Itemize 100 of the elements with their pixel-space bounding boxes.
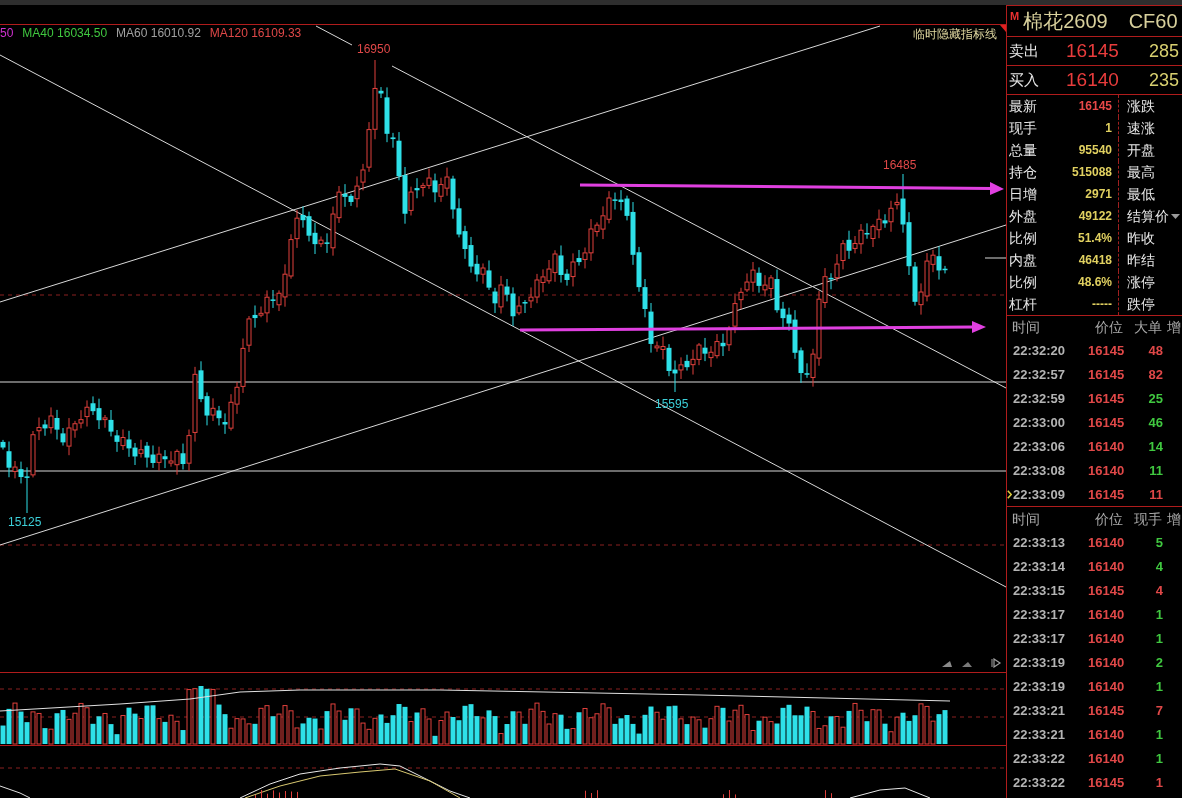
trade-time: 22:33:08	[1013, 462, 1066, 478]
trade-time: 22:33:17	[1013, 606, 1066, 622]
trade-price: 16140	[1088, 726, 1125, 742]
trade-volume: 1	[1155, 726, 1163, 742]
ask-label: 卖出	[1009, 41, 1039, 59]
trade-price: 16140	[1088, 558, 1125, 574]
quote-field-value: 46418	[1078, 253, 1112, 267]
trade-time: 22:32:57	[1013, 366, 1066, 382]
trade-volume: 1	[1155, 678, 1163, 694]
trade-volume: 1	[1155, 774, 1163, 790]
quote-field-label: 持仓	[1009, 164, 1037, 180]
trade-time: 22:33:00	[1013, 414, 1066, 430]
trade-volume: 4	[1155, 558, 1163, 574]
column-header: 时间	[1012, 319, 1040, 335]
quote-field-label: 最高	[1127, 164, 1155, 180]
quote-field-value: 51.4%	[1077, 231, 1112, 245]
quote-field-value: -----	[1092, 297, 1112, 311]
trade-volume: 25	[1148, 390, 1163, 406]
trade-price: 16145	[1088, 486, 1125, 502]
trade-volume: 2	[1155, 654, 1163, 670]
trade-price: 16140	[1088, 654, 1125, 670]
quote-field-label: 涨停	[1127, 274, 1155, 290]
trade-time: 22:33:19	[1013, 678, 1066, 694]
trade-time: 22:33:14	[1013, 558, 1066, 574]
trade-time: 22:33:21	[1013, 702, 1066, 718]
quote-field-label: 比例	[1009, 230, 1037, 246]
trade-volume: 1	[1155, 750, 1163, 766]
ask-volume: 285	[1149, 40, 1180, 62]
quote-field-value: 2971	[1085, 187, 1112, 201]
quote-field-value: 515088	[1071, 165, 1112, 179]
trade-price: 16145	[1088, 342, 1125, 358]
trade-price: 16145	[1088, 702, 1125, 718]
bid-volume: 235	[1149, 69, 1180, 91]
column-header: 增	[1167, 319, 1181, 335]
trade-price: 16145	[1088, 774, 1125, 790]
trade-price: 16145	[1088, 414, 1125, 430]
trade-volume: 7	[1155, 702, 1163, 718]
trade-time: 22:32:59	[1013, 390, 1066, 406]
quote-field-label: 现手	[1009, 120, 1037, 136]
trade-time: 22:33:09	[1013, 486, 1066, 502]
trade-volume: 5	[1155, 534, 1163, 550]
trade-time: 22:33:22	[1013, 750, 1066, 766]
contract-name: 棉花2609	[1023, 9, 1108, 33]
trade-price: 16140	[1088, 462, 1125, 478]
trade-time: 22:33:06	[1013, 438, 1066, 454]
trade-time: 22:33:21	[1013, 726, 1066, 742]
trade-volume: 82	[1148, 366, 1163, 382]
trade-volume: 11	[1149, 462, 1163, 478]
column-header: 时间	[1012, 510, 1040, 527]
quote-field-label: 跌停	[1127, 296, 1155, 312]
trade-price: 16145	[1088, 582, 1125, 598]
market-code-letter: M	[1010, 10, 1020, 22]
quote-field-label: 总量	[1009, 142, 1037, 158]
quote-field-value: 49122	[1078, 209, 1112, 223]
quote-field-label: 比例	[1009, 274, 1037, 290]
trade-price: 16140	[1088, 678, 1125, 694]
trade-volume: 11	[1149, 486, 1163, 502]
trade-volume: 4	[1155, 582, 1163, 598]
trade-time: 22:33:15	[1013, 582, 1066, 598]
contract-code: CF60	[1128, 9, 1178, 33]
quote-field-label: 结算价	[1127, 208, 1169, 224]
quote-field-label: 日增	[1009, 186, 1037, 202]
trade-price: 16140	[1088, 438, 1125, 454]
bid-price: 16140	[1066, 69, 1119, 90]
quote-field-value: 16145	[1078, 99, 1112, 113]
dropdown-caret-icon[interactable]	[1171, 213, 1180, 219]
bid-label: 买入	[1009, 70, 1039, 88]
trade-price: 16140	[1088, 750, 1125, 766]
column-header: 增	[1167, 510, 1181, 527]
quote-field-label: 昨结	[1127, 252, 1155, 268]
ask-price: 16145	[1066, 40, 1119, 61]
column-header: 价位	[1095, 510, 1123, 527]
quote-field-label: 杠杆	[1009, 296, 1037, 312]
quote-field-label: 昨收	[1127, 230, 1155, 246]
column-header: 大单	[1134, 319, 1162, 335]
trade-time: 22:33:13	[1013, 534, 1066, 550]
trade-volume: 48	[1148, 342, 1163, 358]
trade-price: 16140	[1088, 534, 1125, 550]
column-header: 价位	[1095, 319, 1123, 335]
quote-field-value: 1	[1105, 121, 1112, 135]
trade-price: 16145	[1088, 390, 1125, 406]
quote-field-label: 速涨	[1127, 120, 1155, 136]
trade-time: 22:33:19	[1013, 654, 1066, 670]
quote-field-label: 涨跌	[1127, 98, 1155, 114]
trade-price: 16145	[1088, 366, 1125, 382]
quote-field-label: 开盘	[1127, 142, 1155, 158]
trade-time: 22:32:20	[1013, 342, 1066, 358]
trade-volume: 14	[1148, 438, 1163, 454]
trade-price: 16140	[1088, 606, 1125, 622]
quote-field-label: 最新	[1009, 98, 1037, 114]
quote-field-value: 95540	[1078, 143, 1112, 157]
trade-volume: 1	[1155, 630, 1163, 646]
column-header: 现手	[1134, 510, 1162, 527]
quote-field-label: 内盘	[1009, 252, 1037, 268]
trade-price: 16140	[1088, 630, 1125, 646]
quote-field-value: 48.6%	[1077, 275, 1112, 289]
trade-volume: 1	[1155, 606, 1163, 622]
trade-time: 22:33:22	[1013, 774, 1066, 790]
trade-time: 22:33:17	[1013, 630, 1066, 646]
trade-volume: 46	[1148, 414, 1163, 430]
